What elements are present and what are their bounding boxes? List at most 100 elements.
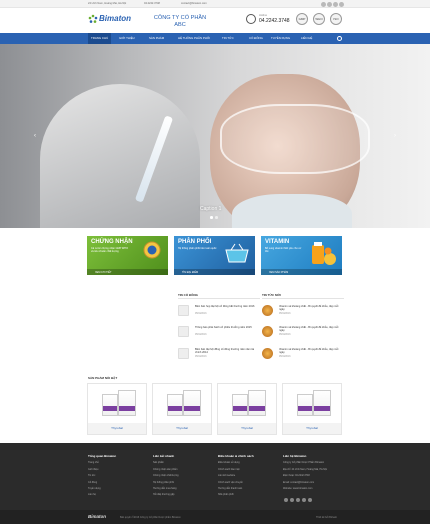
footer-link[interactable]: Sản phẩm <box>153 461 213 464</box>
footer-column-quick-links: Liên kết nhanh Sản phẩm Chứng nhận sản p… <box>153 454 213 496</box>
footer-heading: Điều khoản & chính sách <box>218 454 254 458</box>
footer-link[interactable]: Nhà phân phối <box>218 493 278 496</box>
product-name[interactable]: Thyrobal <box>218 423 276 434</box>
hero-image-goggles <box>220 104 370 174</box>
slider-next-icon[interactable]: › <box>394 133 398 139</box>
nav-item-distribution[interactable]: Hệ thống phân phối <box>178 33 210 44</box>
banner-title: CHỨNG NHẬN <box>91 239 133 245</box>
topbar-phone: 04.2242.3748 <box>144 2 160 5</box>
linkedin-icon[interactable] <box>308 498 312 502</box>
news-item-title[interactable]: Thông báo phát hành cổ phiếu thưởng năm … <box>195 326 258 329</box>
footer-link[interactable]: Liên hệ <box>88 493 148 496</box>
footer-contact-line[interactable]: Website: www.bimaton.com <box>283 487 343 490</box>
logo-icon[interactable] <box>88 14 98 24</box>
youtube-icon[interactable] <box>302 498 306 502</box>
facebook-icon[interactable] <box>284 498 288 502</box>
nav-item-about[interactable]: Giới thiệu <box>119 33 135 44</box>
bottom-bar <box>0 510 430 524</box>
hotline-label: Hotline <box>259 14 268 17</box>
news-item-title[interactable]: Biên bản họp đại hội cổ đông bất thường … <box>195 305 258 308</box>
footer-link[interactable]: Tin tức <box>88 474 148 477</box>
banner-certification[interactable]: CHỨNG NHẬN Cả nước chứng nhận GMP WHO và… <box>87 236 168 275</box>
news-item-title[interactable]: Biên bản đại hội đồng cổ đông thường niê… <box>195 348 258 355</box>
product-name[interactable]: Thyrobal <box>283 423 341 434</box>
footer-link[interactable]: Trang chủ <box>88 461 148 464</box>
news-item[interactable]: Vitamin và khoáng chất - Bí quyết để khỏ… <box>262 326 344 342</box>
nav-item-contact[interactable]: Liên hệ <box>301 33 312 44</box>
twitter-icon[interactable] <box>327 1 332 7</box>
footer-link[interactable]: Chứng nhận sản phẩm <box>153 468 213 471</box>
footer-link[interactable]: Chính sách bảo mật <box>218 468 278 471</box>
slider-dot[interactable] <box>215 216 218 219</box>
footer-link[interactable]: Hướng dẫn mua hàng <box>153 487 213 490</box>
footer-link[interactable]: Điều khoản sử dụng <box>218 461 278 464</box>
footer-link[interactable]: Chính sách vận chuyển <box>218 481 278 484</box>
banner-vitamin[interactable]: VITAMIN Bổ sung vitamin thiết yếu cho cơ… <box>261 236 342 275</box>
banner-distribution[interactable]: PHÂN PHỐI Hệ thống phân phối trên toàn q… <box>174 236 255 275</box>
nav-item-home[interactable]: Trang chủ <box>88 33 112 44</box>
footer-link[interactable]: Chứng nhận chất lượng <box>153 474 213 477</box>
news-item-title[interactable]: Vitamin và khoáng chất - Bí quyết để khỏ… <box>279 305 342 312</box>
news-item[interactable]: Biên bản đại hội đồng cổ đông thường niê… <box>178 348 260 364</box>
google-plus-icon[interactable] <box>333 1 338 7</box>
copyright-text: Bản quyền ©2016 Công ty Cổ phần Dược phẩ… <box>120 515 181 519</box>
youtube-icon[interactable] <box>339 1 344 7</box>
slider-dot[interactable] <box>210 216 213 219</box>
product-name[interactable]: Thyrobal <box>88 423 146 434</box>
news-thumbnail <box>262 326 273 337</box>
nav-item-recruitment[interactable]: Tuyển dụng <box>271 33 290 44</box>
footer-link[interactable]: Tuyển dụng <box>88 487 148 490</box>
news-item-title[interactable]: Vitamin và khoáng chất - Bí quyết để khỏ… <box>279 326 342 333</box>
news-item[interactable]: Thông báo phát hành cổ phiếu thưởng năm … <box>178 326 260 342</box>
news-item[interactable]: Vitamin và khoáng chất - Bí quyết để khỏ… <box>262 305 344 321</box>
footer-heading: Liên kết nhanh <box>153 454 175 458</box>
nav-item-products[interactable]: Sản phẩm <box>149 33 164 44</box>
hero-image-mask <box>232 194 352 228</box>
header <box>0 8 430 33</box>
news-item-title[interactable]: Vitamin và khoáng chất - Bí quyết để khỏ… <box>279 348 342 355</box>
footer-link[interactable]: Hướng dẫn thanh toán <box>218 487 278 490</box>
panel-title: TIN TỨC MỚI <box>262 293 281 297</box>
footer-link[interactable]: Hệ thống phân phối <box>153 481 213 484</box>
footer-contact-line: Công ty Cổ phần Dược Phẩm Bimaton <box>283 461 325 465</box>
product-card[interactable]: Thyrobal <box>87 383 147 435</box>
shopping-basket-icon <box>225 243 249 263</box>
featured-products-title: SẢN PHẨM NỔI BẬT <box>88 376 118 380</box>
facebook-icon[interactable] <box>321 1 326 7</box>
footer-link[interactable]: Liên kết website <box>218 474 278 477</box>
google-plus-icon[interactable] <box>296 498 300 502</box>
footer-link[interactable]: Hỏi đáp thường gặp <box>153 493 213 496</box>
footer-link[interactable]: Cổ đông <box>88 481 148 484</box>
document-icon <box>178 305 189 316</box>
news-item-date: 05/04/2016 <box>195 313 207 315</box>
nav-item-shareholders[interactable]: Cổ đông <box>249 33 263 44</box>
slider-prev-icon[interactable]: ‹ <box>34 133 38 139</box>
news-item[interactable]: Vitamin và khoáng chất - Bí quyết để khỏ… <box>262 348 344 364</box>
vitamin-bottle-icon <box>312 242 336 265</box>
footer-contact-line[interactable]: Email: contact@bimaton.com <box>283 481 343 484</box>
product-card[interactable]: Thyrobal <box>217 383 277 435</box>
hero-slider[interactable] <box>0 44 430 228</box>
news-item[interactable]: Biên bản họp đại hội cổ đông bất thường … <box>178 305 260 321</box>
news-item-date: 05/04/2016 <box>195 356 207 358</box>
footer-link[interactable]: Giới thiệu <box>88 468 148 471</box>
nav-item-news[interactable]: Tin tức <box>222 33 234 44</box>
footer-logo[interactable]: Bimaton <box>88 514 106 519</box>
document-icon <box>178 348 189 359</box>
search-icon[interactable] <box>337 36 342 41</box>
banner-footer: XEM CHI TIẾT <box>87 269 168 275</box>
banner-link[interactable]: XEM SẢN PHẨM <box>269 271 288 274</box>
banner-link[interactable]: TÌM ĐẠI ĐIỂM <box>182 271 198 274</box>
product-card[interactable]: Thyrobal <box>152 383 212 435</box>
footer-heading: Liên hệ Bimaton <box>283 454 307 458</box>
logo-text[interactable]: Bimaton <box>99 14 131 23</box>
product-card[interactable]: Thyrobal <box>282 383 342 435</box>
twitter-icon[interactable] <box>290 498 294 502</box>
hotline-number[interactable]: 04.2242.3748 <box>259 18 290 24</box>
developer-credit[interactable]: Thiết kế bởi Bizweb <box>316 516 337 519</box>
footer-column-policy: Điều khoản & chính sách Điều khoản sử dụ… <box>218 454 278 496</box>
company-line-2: ABC <box>174 21 186 28</box>
product-name[interactable]: Thyrobal <box>153 423 211 434</box>
footer-contact-line: Địa chỉ: 24 Lĩnh Nam, Hoàng Mai, Hà Nội <box>283 467 327 471</box>
banner-link[interactable]: XEM CHI TIẾT <box>95 271 111 274</box>
